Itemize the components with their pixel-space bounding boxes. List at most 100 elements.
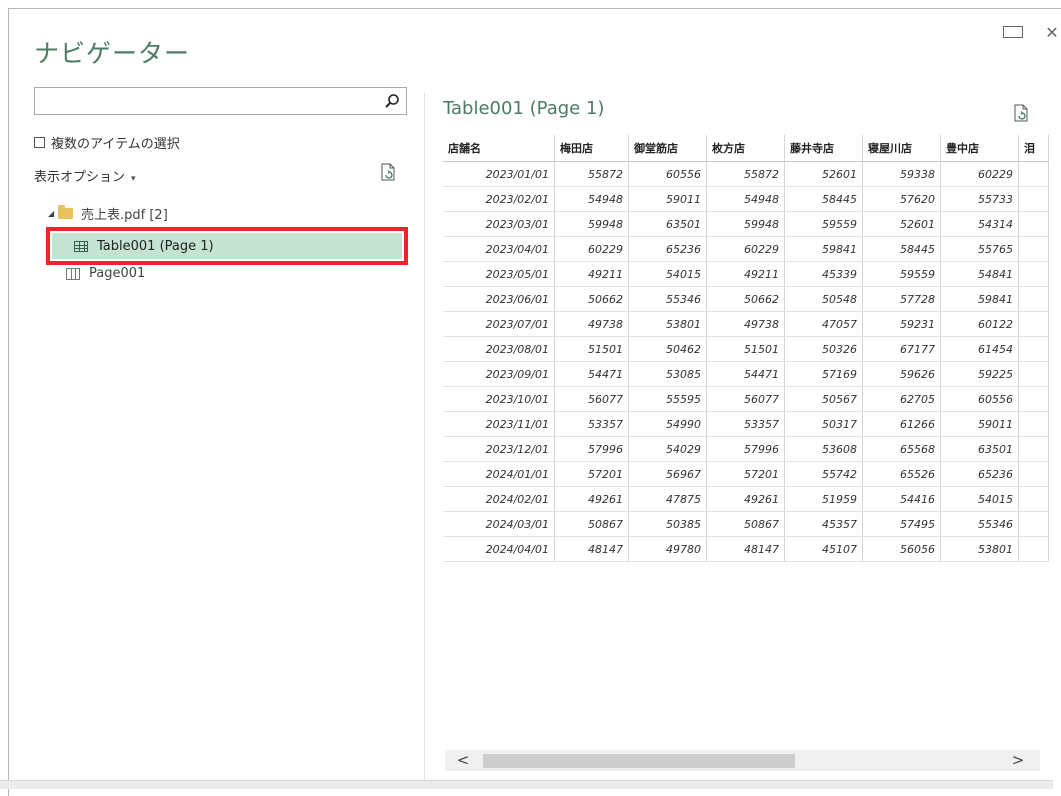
chevron-down-icon: ▾ bbox=[131, 174, 136, 184]
column-header[interactable]: 藤井寺店 bbox=[784, 135, 863, 162]
table-cell: 57201 bbox=[554, 461, 629, 487]
preview-table-container: 店舗名 梅田店 御堂筋店 枚方店 藤井寺店 寝屋川店 豊中店泪 2023/01/01 5587… bbox=[443, 135, 1053, 565]
search-icon[interactable] bbox=[384, 93, 400, 109]
table-row: 2023/11/01 53357 54990 53357 50317 61266 59011 bbox=[443, 411, 1049, 437]
table-row: 2023/08/01 51501 50462 51501 50326 67177 61454 bbox=[443, 336, 1049, 362]
column-header[interactable]: 枚方店 bbox=[706, 135, 785, 162]
maximize-button[interactable] bbox=[1003, 23, 1023, 42]
table-cell: 55872 bbox=[554, 161, 629, 187]
table-cell: 45339 bbox=[784, 261, 863, 287]
table-cell: 59948 bbox=[706, 211, 785, 237]
table-cell: 55765 bbox=[940, 236, 1019, 262]
table-row: 2023/10/01 56077 55595 56077 50567 62705 60556 bbox=[443, 386, 1049, 412]
table-cell: 2023/07/01 bbox=[443, 311, 555, 337]
table-cell: 50548 bbox=[784, 286, 863, 312]
column-header[interactable]: 御堂筋店 bbox=[628, 135, 707, 162]
table-cell bbox=[1018, 236, 1049, 262]
table-cell: 60229 bbox=[706, 236, 785, 262]
table-cell bbox=[1018, 161, 1049, 187]
table-cell: 60556 bbox=[940, 386, 1019, 412]
multi-select-checkbox[interactable] bbox=[34, 137, 45, 148]
table-row: 2023/02/01 54948 59011 54948 58445 57620 55733 bbox=[443, 186, 1049, 212]
search-box[interactable] bbox=[34, 87, 407, 115]
table-cell: 54841 bbox=[940, 261, 1019, 287]
column-header[interactable]: 泪 bbox=[1018, 135, 1049, 162]
table-cell: 54015 bbox=[940, 486, 1019, 512]
column-header[interactable]: 店舗名 bbox=[443, 135, 555, 162]
table-cell: 54471 bbox=[706, 361, 785, 387]
table-cell: 50462 bbox=[628, 336, 707, 362]
table-cell: 57169 bbox=[784, 361, 863, 387]
close-button[interactable]: ✕ bbox=[1043, 23, 1061, 42]
display-options-dropdown[interactable]: 表示オプション ▾ bbox=[34, 166, 136, 185]
table-row: 2023/06/01 50662 55346 50662 50548 57728 59841 bbox=[443, 286, 1049, 312]
table-cell: 2023/03/01 bbox=[443, 211, 555, 237]
table-cell: 49261 bbox=[706, 486, 785, 512]
table-cell: 60122 bbox=[940, 311, 1019, 337]
scrollbar-thumb[interactable] bbox=[483, 754, 795, 768]
table-cell: 57728 bbox=[862, 286, 941, 312]
table-cell: 59559 bbox=[862, 261, 941, 287]
table-row: 2024/03/01 50867 50385 50867 45357 57495 55346 bbox=[443, 511, 1049, 537]
table-cell: 55742 bbox=[784, 461, 863, 487]
table-header-row: 店舗名 梅田店 御堂筋店 枚方店 藤井寺店 寝屋川店 豊中店泪 bbox=[443, 135, 1049, 162]
table-cell: 61454 bbox=[940, 336, 1019, 362]
table-cell: 58445 bbox=[862, 236, 941, 262]
table-cell: 2023/05/01 bbox=[443, 261, 555, 287]
table-cell: 2023/11/01 bbox=[443, 411, 555, 437]
search-input[interactable] bbox=[39, 89, 383, 115]
table-icon bbox=[74, 240, 88, 252]
table-cell: 54990 bbox=[628, 411, 707, 437]
table-cell: 53608 bbox=[784, 436, 863, 462]
tree-item-page001[interactable]: Page001 bbox=[66, 266, 145, 281]
dialog-title: ナビゲーター bbox=[34, 39, 191, 68]
table-cell: 65568 bbox=[862, 436, 941, 462]
multi-select-option[interactable]: 複数のアイテムの選択 bbox=[34, 133, 180, 152]
table-row: 2023/03/01 59948 63501 59948 59559 52601 54314 bbox=[443, 211, 1049, 237]
column-header[interactable]: 梅田店 bbox=[554, 135, 629, 162]
table-cell: 51501 bbox=[706, 336, 785, 362]
table-cell: 51501 bbox=[554, 336, 629, 362]
table-cell: 54029 bbox=[628, 436, 707, 462]
table-cell: 67177 bbox=[862, 336, 941, 362]
table-cell: 59841 bbox=[784, 236, 863, 262]
table-cell bbox=[1018, 511, 1049, 537]
table-cell: 57996 bbox=[706, 436, 785, 462]
table-cell: 60229 bbox=[554, 236, 629, 262]
table-cell: 53801 bbox=[628, 311, 707, 337]
table-cell: 50867 bbox=[554, 511, 629, 537]
table-cell bbox=[1018, 286, 1049, 312]
table-row: 2023/05/01 49211 54015 49211 45339 59559 54841 bbox=[443, 261, 1049, 287]
refresh-icon[interactable] bbox=[380, 163, 396, 181]
horizontal-scrollbar[interactable]: < > bbox=[445, 750, 1040, 771]
table-cell: 49738 bbox=[554, 311, 629, 337]
table-cell bbox=[1018, 536, 1049, 562]
table-cell: 50326 bbox=[784, 336, 863, 362]
table-row: 2024/01/01 57201 56967 57201 55742 65526 65236 bbox=[443, 461, 1049, 487]
tree-item-table001[interactable]: Table001 (Page 1) bbox=[46, 227, 408, 265]
file-node-label: 売上表.pdf [2] bbox=[81, 208, 168, 223]
expand-triangle-icon[interactable]: ◢ bbox=[48, 209, 58, 218]
table-cell: 54314 bbox=[940, 211, 1019, 237]
tree-file-node[interactable]: ◢ 売上表.pdf [2] bbox=[48, 204, 168, 223]
table-cell: 50317 bbox=[784, 411, 863, 437]
column-header[interactable]: 寝屋川店 bbox=[862, 135, 941, 162]
tree-item-selected-highlight[interactable]: Table001 (Page 1) bbox=[52, 233, 402, 259]
table-cell: 56967 bbox=[628, 461, 707, 487]
table-cell: 57201 bbox=[706, 461, 785, 487]
scroll-left-arrow[interactable]: < bbox=[453, 751, 473, 769]
table-cell: 63501 bbox=[940, 436, 1019, 462]
refresh-preview-icon[interactable] bbox=[1013, 104, 1029, 122]
table-cell bbox=[1018, 211, 1049, 237]
table-cell: 54416 bbox=[862, 486, 941, 512]
table-row: 2024/02/01 49261 47875 49261 51959 54416 54015 bbox=[443, 486, 1049, 512]
scroll-right-arrow[interactable]: > bbox=[1008, 751, 1028, 769]
table-cell: 49780 bbox=[628, 536, 707, 562]
table-cell: 65236 bbox=[940, 461, 1019, 487]
table-cell bbox=[1018, 436, 1049, 462]
column-header[interactable]: 豊中店 bbox=[940, 135, 1019, 162]
table-cell: 55733 bbox=[940, 186, 1019, 212]
table-cell: 56077 bbox=[554, 386, 629, 412]
table-cell: 61266 bbox=[862, 411, 941, 437]
maximize-icon bbox=[1003, 26, 1023, 38]
